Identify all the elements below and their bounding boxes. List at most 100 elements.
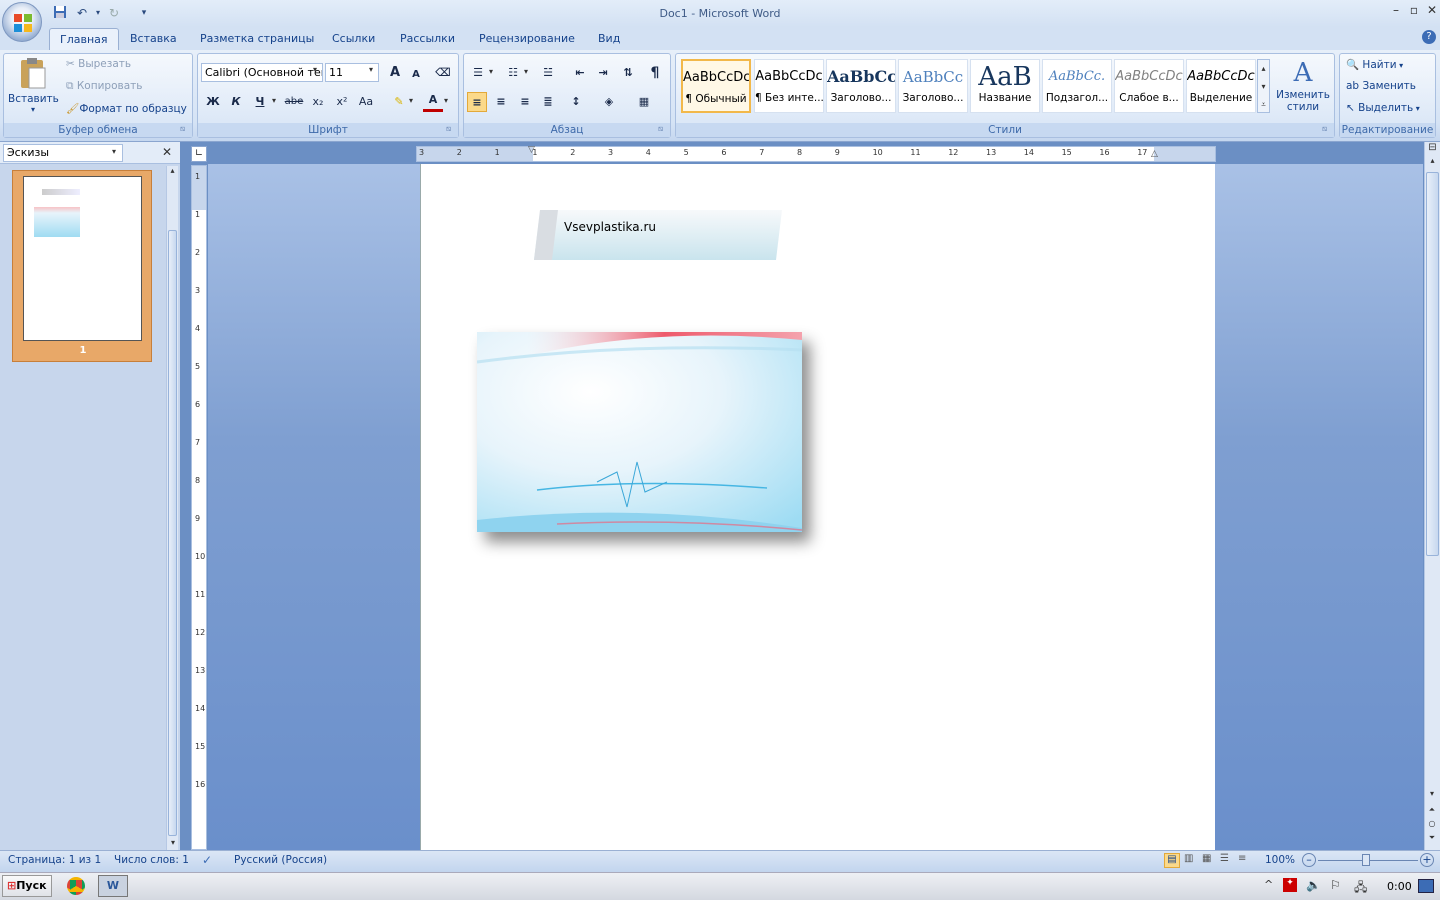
shrink-font-button[interactable]: A: [406, 65, 426, 85]
tab-references[interactable]: Ссылки: [322, 28, 385, 50]
increase-indent-icon[interactable]: ⇥: [593, 63, 613, 83]
tab-view[interactable]: Вид: [588, 28, 630, 50]
underline-dropdown-icon[interactable]: ▾: [272, 96, 276, 105]
zoom-in-icon[interactable]: +: [1420, 853, 1434, 867]
styles-more-icon[interactable]: ⩡: [1258, 96, 1269, 114]
zoom-slider-thumb[interactable]: [1362, 854, 1370, 866]
style-title[interactable]: AaB Название: [970, 59, 1040, 113]
right-indent-marker-icon[interactable]: △: [1151, 149, 1158, 159]
styles-dialog-launcher-icon[interactable]: ⧅: [1322, 124, 1327, 134]
vertical-scrollbar[interactable]: ⊟ ▴ ▾ ⏶ ○ ⏷: [1424, 142, 1440, 850]
superscript-button[interactable]: x²: [332, 92, 352, 112]
tab-insert[interactable]: Вставка: [120, 28, 187, 50]
style-emphasis[interactable]: AaBbCcDc Выделение: [1186, 59, 1256, 113]
minimize-button[interactable]: –: [1386, 3, 1406, 19]
help-icon[interactable]: ?: [1422, 30, 1436, 44]
align-right-icon[interactable]: ≡: [515, 92, 535, 112]
print-layout-view-icon[interactable]: ▤: [1164, 853, 1180, 868]
styles-scroll-down-icon[interactable]: ▾: [1258, 78, 1269, 96]
replace-button[interactable]: ab Заменить: [1346, 80, 1416, 92]
save-icon[interactable]: [52, 5, 68, 21]
start-button[interactable]: ⊞Пуск: [2, 875, 52, 897]
numbering-dropdown-icon[interactable]: ▾: [524, 67, 528, 76]
zoom-level[interactable]: 100%: [1265, 854, 1295, 866]
font-color-button[interactable]: A: [423, 90, 443, 112]
change-styles-button[interactable]: A Изменить стили: [1274, 57, 1332, 119]
multilevel-list-icon[interactable]: ☱: [538, 63, 558, 83]
show-desktop-icon[interactable]: [1418, 879, 1434, 893]
styles-scroll[interactable]: ▴ ▾ ⩡: [1257, 59, 1270, 113]
bullets-dropdown-icon[interactable]: ▾: [489, 67, 493, 76]
full-screen-view-icon[interactable]: ▥: [1184, 853, 1193, 864]
outline-view-icon[interactable]: ☰: [1220, 853, 1229, 864]
undo-dropdown-icon[interactable]: ▾: [90, 5, 106, 21]
style-heading-1[interactable]: AaBbCc Заголово...: [826, 59, 896, 113]
word-count[interactable]: Число слов: 1: [114, 854, 189, 866]
scroll-thumb[interactable]: [1426, 172, 1439, 556]
font-name-select[interactable]: Calibri (Основной текст): [201, 63, 323, 82]
network-icon[interactable]: 🖧: [1354, 878, 1367, 899]
line-spacing-icon[interactable]: ↕: [566, 92, 586, 112]
copy-button[interactable]: ⧉ Копировать: [66, 80, 142, 93]
borders-icon[interactable]: ▦: [634, 92, 654, 112]
browse-object-icon[interactable]: ○: [1425, 818, 1439, 830]
ruler-toggle-icon[interactable]: ⊟: [1425, 142, 1440, 156]
change-case-button[interactable]: Aa: [356, 92, 376, 112]
justify-icon[interactable]: ≣: [538, 92, 558, 112]
format-painter-button[interactable]: 🖌Формат по образцу: [66, 102, 187, 115]
strikethrough-button[interactable]: abe: [284, 92, 304, 112]
close-pane-icon[interactable]: ✕: [162, 145, 172, 159]
tab-mailings[interactable]: Рассылки: [390, 28, 465, 50]
cut-button[interactable]: ✂ Вырезать: [66, 58, 131, 70]
thumbnails-scroll-down-icon[interactable]: ▾: [167, 838, 179, 847]
thumbnails-dropdown-icon[interactable]: ▾: [112, 147, 116, 156]
tray-expand-icon[interactable]: ^: [1264, 878, 1273, 891]
paragraph-dialog-launcher-icon[interactable]: ⧅: [658, 124, 663, 134]
show-formatting-button[interactable]: ¶: [645, 63, 665, 83]
grow-font-button[interactable]: A: [385, 63, 405, 83]
font-size-dropdown-icon[interactable]: ▾: [369, 65, 373, 74]
font-color-dropdown-icon[interactable]: ▾: [444, 96, 448, 105]
decrease-indent-icon[interactable]: ⇤: [570, 63, 590, 83]
italic-button[interactable]: К: [226, 92, 246, 112]
document-page[interactable]: Vsevplastika.ru: [420, 164, 1215, 850]
zoom-out-icon[interactable]: –: [1302, 853, 1316, 867]
align-center-icon[interactable]: ≡: [491, 92, 511, 112]
style-normal[interactable]: AaBbCcDc ¶ Обычный: [681, 59, 751, 113]
clipboard-dialog-launcher-icon[interactable]: ⧅: [180, 124, 185, 134]
highlight-icon[interactable]: ✎: [389, 92, 409, 112]
tab-page-layout[interactable]: Разметка страницы: [190, 28, 324, 50]
numbering-icon[interactable]: ☷: [503, 63, 523, 83]
style-subtitle[interactable]: AaBbCc. Подзагол...: [1042, 59, 1112, 113]
style-subtle-emphasis[interactable]: AaBbCcDc Слабое в...: [1114, 59, 1184, 113]
maximize-button[interactable]: ▫: [1404, 3, 1424, 19]
proofing-icon[interactable]: ✓: [202, 853, 212, 867]
close-button[interactable]: ✕: [1422, 3, 1440, 19]
antivirus-icon[interactable]: ✦: [1283, 878, 1297, 892]
tab-review[interactable]: Рецензирование: [469, 28, 585, 50]
styles-scroll-up-icon[interactable]: ▴: [1258, 60, 1269, 78]
previous-page-icon[interactable]: ⏶: [1425, 804, 1439, 816]
scroll-down-icon[interactable]: ▾: [1425, 788, 1439, 800]
volume-icon[interactable]: 🔈: [1306, 878, 1321, 892]
redo-icon[interactable]: ↻: [106, 5, 122, 21]
align-left-icon[interactable]: ≡: [467, 92, 487, 112]
font-name-dropdown-icon[interactable]: ▾: [313, 65, 317, 74]
word-taskbar-icon[interactable]: W: [98, 875, 128, 897]
background-image[interactable]: [477, 332, 802, 532]
first-line-indent-marker-icon[interactable]: ▽: [528, 145, 535, 155]
scroll-up-icon[interactable]: ▴: [1425, 156, 1440, 170]
tab-home[interactable]: Главная: [49, 28, 119, 50]
thumbnail-selected[interactable]: 1: [12, 170, 152, 362]
tab-selector-icon[interactable]: ∟: [191, 146, 207, 162]
page-count[interactable]: Страница: 1 из 1: [8, 854, 101, 866]
highlight-dropdown-icon[interactable]: ▾: [409, 96, 413, 105]
clear-formatting-icon[interactable]: ⌫: [433, 63, 453, 83]
vertical-ruler[interactable]: 1 1 2 3 4 5 6 7 8 9 10 11 12 13 14 15 16: [191, 165, 207, 850]
subscript-button[interactable]: x₂: [308, 92, 328, 112]
web-layout-view-icon[interactable]: ▦: [1202, 853, 1211, 864]
bold-button[interactable]: Ж: [203, 92, 223, 112]
underline-button[interactable]: Ч: [250, 92, 270, 112]
style-heading-2[interactable]: AaBbCc Заголово...: [898, 59, 968, 113]
header-text-shape[interactable]: Vsevplastika.ru: [534, 210, 782, 260]
